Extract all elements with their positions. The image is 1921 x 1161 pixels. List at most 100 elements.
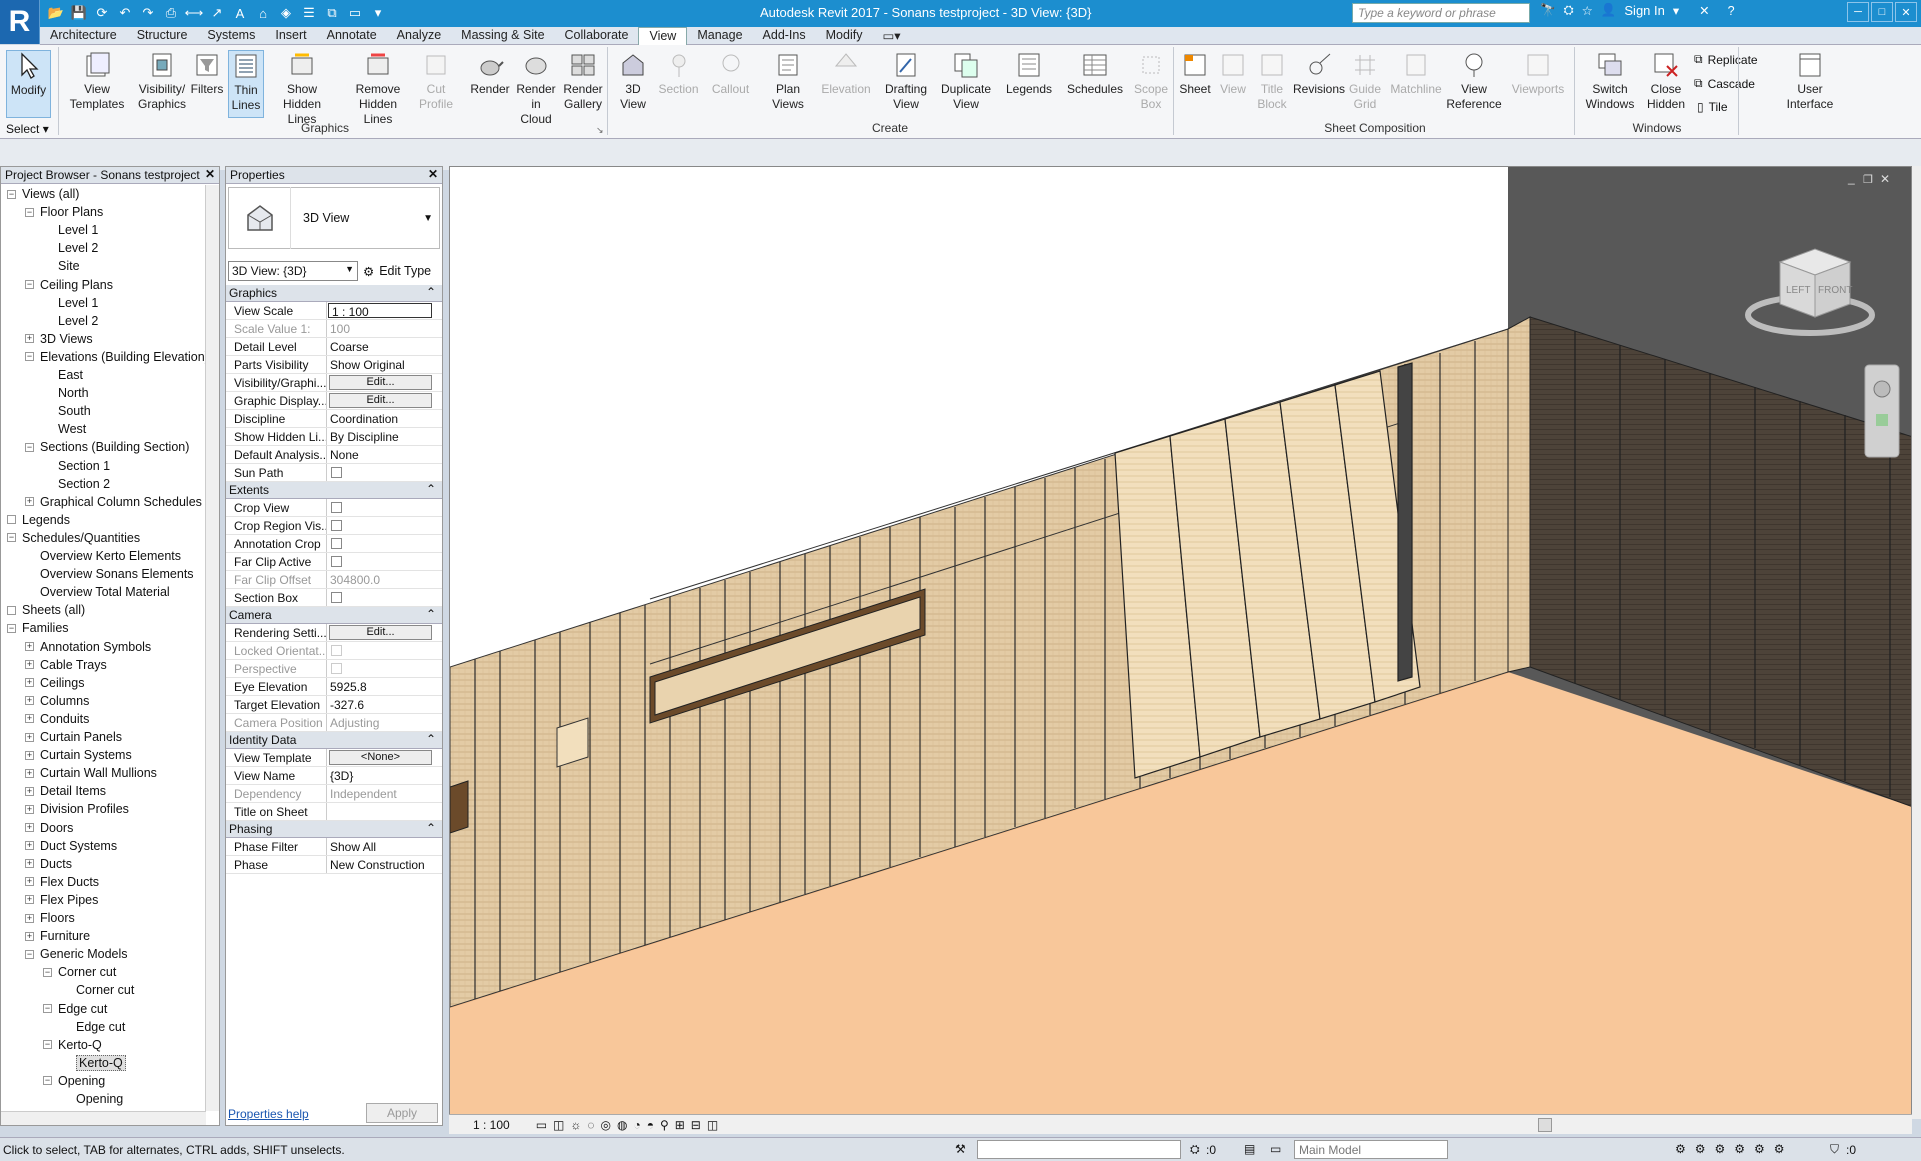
property-value[interactable] — [327, 803, 442, 820]
expand-icon[interactable]: + — [25, 859, 34, 869]
property-value[interactable]: 5925.8 — [327, 678, 442, 695]
tab-structure[interactable]: Structure — [127, 27, 198, 45]
tree-item[interactable]: + Curtain Systems — [25, 746, 132, 764]
collapse-icon[interactable]: − — [25, 949, 34, 959]
show-hidden-lines-button[interactable]: Show Hidden Lines — [269, 50, 335, 127]
tree-item[interactable]: Kerto-Q — [61, 1054, 126, 1072]
tab-massing-site[interactable]: Massing & Site — [451, 27, 554, 45]
workset-dropdown[interactable] — [977, 1140, 1181, 1159]
tree-item[interactable]: + Flex Ducts — [25, 873, 99, 891]
property-value[interactable]: Coordination — [327, 410, 442, 427]
customize-qat-icon[interactable]: ▾ — [368, 3, 388, 23]
replicate-button[interactable]: ⧉ Replicate — [1694, 52, 1758, 67]
type-selector[interactable]: 3D View ▼ — [228, 187, 440, 249]
tree-item[interactable]: Level 1 — [43, 294, 98, 312]
property-edit-button[interactable]: Edit... — [329, 393, 432, 408]
callout-button[interactable]: Callout — [708, 50, 753, 97]
tree-item[interactable]: Level 2 — [43, 312, 98, 330]
undo-icon[interactable]: ↶ — [115, 3, 135, 23]
sheet-button[interactable]: Sheet — [1177, 50, 1213, 97]
print-icon[interactable]: ⎙ — [161, 3, 181, 23]
tab-analyze[interactable]: Analyze — [387, 27, 451, 45]
tree-item[interactable]: Level 1 — [43, 221, 98, 239]
property-checkbox[interactable] — [331, 645, 342, 656]
tree-horizontal-scrollbar[interactable] — [1, 1111, 206, 1125]
tree-item[interactable]: − Families — [7, 619, 69, 637]
tree-item[interactable]: + Ducts — [25, 855, 72, 873]
tree-item[interactable]: + Flex Pipes — [25, 891, 98, 909]
tree-item[interactable]: − Views (all) — [7, 185, 79, 203]
switch-windows-button[interactable]: Switch Windows — [1582, 50, 1638, 112]
tree-item[interactable]: + Ceilings — [25, 674, 84, 692]
legends-button[interactable]: Legends — [1003, 50, 1055, 97]
tree-item[interactable]: Overview Total Material — [25, 583, 170, 601]
search-input[interactable]: Type a keyword or phrase — [1352, 3, 1530, 23]
tree-item[interactable]: − Ceiling Plans — [25, 276, 113, 294]
collapse-icon[interactable]: − — [25, 207, 34, 217]
tree-item[interactable]: + Annotation Symbols — [25, 638, 151, 656]
workset-icon[interactable]: ⚒ — [955, 1142, 966, 1156]
expand-icon[interactable]: + — [25, 678, 34, 688]
expand-icon[interactable]: + — [25, 642, 34, 651]
collapse-icon[interactable]: ⌃ — [426, 482, 436, 496]
tree-item[interactable]: North — [43, 384, 89, 402]
expand-icon[interactable]: + — [25, 804, 34, 814]
plan-views-button[interactable]: Plan Views — [768, 50, 808, 112]
user-interface-button[interactable]: User Interface — [1782, 50, 1838, 112]
tree-item[interactable]: Opening — [61, 1090, 123, 1108]
expand-icon[interactable]: + — [25, 750, 34, 760]
property-checkbox[interactable] — [331, 520, 342, 531]
horizontal-scroll-thumb[interactable] — [1538, 1117, 1552, 1132]
property-value[interactable]: {3D} — [327, 767, 442, 784]
tree-vertical-scrollbar[interactable] — [205, 185, 219, 1111]
drafting-view-button[interactable]: Drafting View — [882, 50, 930, 112]
expand-icon[interactable]: + — [25, 877, 34, 887]
section-icon[interactable]: ◈ — [276, 3, 296, 23]
filters-button[interactable]: Filters — [191, 50, 223, 97]
instance-dropdown[interactable]: 3D View: {3D} ▼ — [228, 261, 358, 281]
modify-button[interactable]: Modify — [6, 50, 51, 118]
close-icon[interactable]: ✕ — [428, 167, 438, 181]
collapse-icon[interactable]: − — [7, 623, 16, 633]
tree-item[interactable]: − Floor Plans — [25, 203, 103, 221]
expand-icon[interactable]: + — [25, 931, 34, 941]
tree-item[interactable]: + Furniture — [25, 927, 90, 945]
3d-view-button[interactable]: 3D View — [614, 50, 652, 112]
favorites-icon[interactable]: ☆ — [1582, 3, 1593, 18]
property-checkbox[interactable] — [331, 502, 342, 513]
filter-icon[interactable]: ⛉ — [1830, 1142, 1839, 1157]
tree-item[interactable]: − Generic Models — [25, 945, 128, 963]
expand-icon[interactable]: + — [25, 768, 34, 778]
text-icon[interactable]: A — [230, 3, 250, 23]
view-reference-button[interactable]: View Reference — [1446, 50, 1502, 112]
open-icon[interactable]: 📂 — [46, 3, 66, 23]
view-minimize-icon[interactable]: _ — [1847, 171, 1855, 185]
collapse-icon[interactable]: − — [43, 967, 52, 977]
tab-modify[interactable]: Modify — [816, 27, 873, 45]
tree-item[interactable]: Section 1 — [43, 457, 110, 475]
tree-item[interactable]: Level 2 — [43, 239, 98, 257]
tab-view[interactable]: View — [638, 27, 688, 45]
maximize-icon[interactable]: □ — [1871, 2, 1893, 22]
collapse-icon[interactable]: − — [43, 1004, 52, 1013]
tab-insert[interactable]: Insert — [265, 27, 316, 45]
3d-viewport[interactable]: LEFT FRONT _ ❐ ✕ — [449, 166, 1912, 1119]
tree-item[interactable]: + Duct Systems — [25, 837, 117, 855]
property-checkbox[interactable] — [331, 538, 342, 549]
close-icon[interactable]: ✕ — [1895, 2, 1917, 22]
property-edit-button[interactable]: <None> — [329, 750, 432, 765]
property-value[interactable]: Show Original — [327, 356, 442, 373]
model-icon[interactable]: ▭ — [1270, 1142, 1281, 1156]
scope-box-button[interactable]: Scope Box — [1133, 50, 1169, 112]
title-block-button[interactable]: Title Block — [1254, 50, 1290, 112]
thin-lines-button[interactable]: Thin Lines — [228, 50, 264, 118]
collapse-icon[interactable]: − — [25, 280, 34, 289]
zoom-icon[interactable] — [1876, 414, 1888, 426]
property-group-header[interactable]: Graphics ⌃ — [226, 285, 442, 302]
viewport-scrollbar[interactable] — [1912, 166, 1921, 1119]
property-edit-button[interactable]: Edit... — [329, 375, 432, 390]
tree-item[interactable]: Edge cut — [61, 1018, 125, 1036]
tree-item[interactable]: Sheets (all) — [7, 601, 85, 619]
save-icon[interactable]: 💾 — [69, 3, 89, 23]
tree-item[interactable]: − Opening — [43, 1072, 105, 1090]
